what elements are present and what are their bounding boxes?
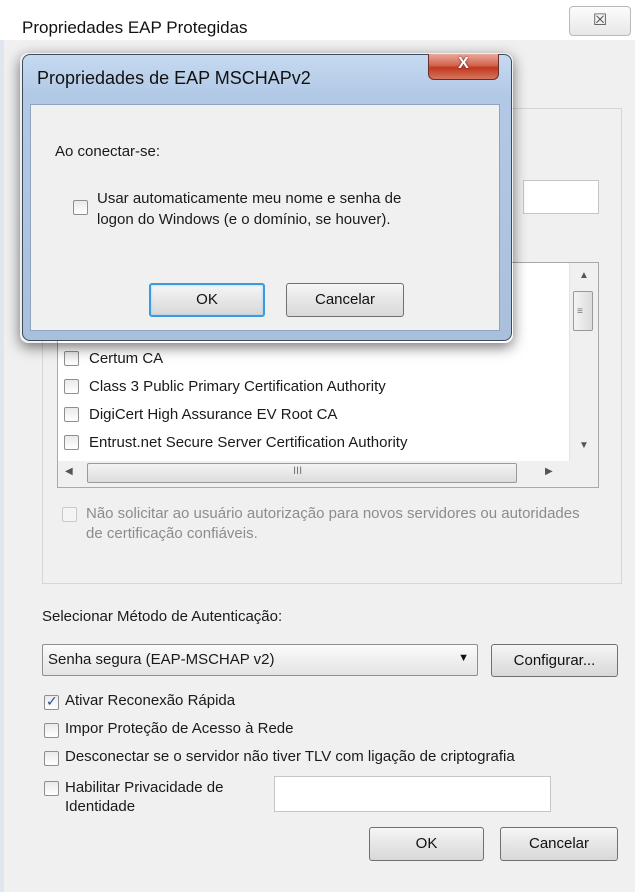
list-item[interactable]: Certum CA bbox=[64, 347, 163, 369]
no-prompt-checkbox bbox=[62, 507, 77, 522]
no-prompt-label: Não solicitar ao usuário autorização par… bbox=[86, 505, 580, 542]
auto-logon-label-line1: Usar automaticamente meu nome e senha de bbox=[97, 190, 402, 207]
inner-ok-button[interactable]: OK bbox=[149, 283, 265, 317]
scroll-right-icon[interactable]: ▶ bbox=[545, 466, 553, 477]
server-name-field[interactable] bbox=[523, 180, 599, 214]
nap-checkbox[interactable] bbox=[44, 723, 59, 738]
fast-reconnect-option[interactable]: Ativar Reconexão Rápida bbox=[44, 692, 235, 710]
window-left-edge bbox=[0, 40, 4, 892]
fast-reconnect-label: Ativar Reconexão Rápida bbox=[65, 692, 236, 709]
identity-privacy-label: Habilitar Privacidade de Identidade bbox=[65, 778, 223, 816]
inner-dialog-title: Propriedades de EAP MSCHAPv2 bbox=[37, 68, 311, 88]
outer-close-button[interactable]: ☒ bbox=[569, 6, 631, 36]
cert-label: Certum CA bbox=[89, 349, 164, 367]
list-item[interactable]: Entrust.net Secure Server Certification … bbox=[64, 431, 407, 453]
identity-privacy-label-line2: Identidade bbox=[65, 798, 136, 815]
inner-cancel-button[interactable]: Cancelar bbox=[286, 283, 404, 317]
grip-icon: ≡ bbox=[577, 306, 583, 317]
cert-checkbox[interactable] bbox=[64, 406, 79, 422]
cert-label: Entrust.net Secure Server Certification … bbox=[89, 433, 408, 451]
cert-label: DigiCert High Assurance EV Root CA bbox=[89, 405, 338, 423]
auth-method-select[interactable]: Senha segura (EAP-MSCHAP v2) ▼ bbox=[42, 644, 478, 676]
auth-method-label: Selecionar Método de Autenticação: bbox=[42, 608, 283, 625]
cancel-button[interactable]: Cancelar bbox=[500, 827, 618, 861]
scroll-down-icon[interactable]: ▼ bbox=[579, 440, 589, 451]
ok-button[interactable]: OK bbox=[369, 827, 484, 861]
identity-privacy-label-line1: Habilitar Privacidade de bbox=[65, 779, 224, 796]
close-icon: X bbox=[458, 55, 469, 72]
nap-option[interactable]: Impor Proteção de Acesso à Rede bbox=[44, 720, 293, 738]
identity-privacy-checkbox[interactable] bbox=[44, 781, 59, 796]
cert-checkbox[interactable] bbox=[64, 350, 79, 366]
configure-button[interactable]: Configurar... bbox=[491, 644, 618, 677]
disconnect-tlv-label: Desconectar se o servidor não tiver TLV … bbox=[65, 748, 515, 765]
cert-checkbox[interactable] bbox=[64, 378, 79, 394]
horizontal-scroll-thumb[interactable]: III bbox=[87, 463, 517, 483]
inner-close-button[interactable]: X bbox=[428, 54, 499, 80]
scroll-left-icon[interactable]: ◀ bbox=[65, 466, 73, 477]
auto-logon-label-line2: logon do Windows (e o domínio, se houver… bbox=[97, 211, 391, 228]
disconnect-tlv-checkbox[interactable] bbox=[44, 751, 59, 766]
dropdown-arrow-icon: ▼ bbox=[458, 652, 469, 664]
nap-label: Impor Proteção de Acesso à Rede bbox=[65, 720, 294, 737]
close-icon: ☒ bbox=[592, 12, 608, 29]
vertical-scroll-thumb[interactable]: ≡ bbox=[573, 291, 593, 331]
identity-input[interactable] bbox=[274, 776, 551, 812]
disconnect-tlv-option[interactable]: Desconectar se o servidor não tiver TLV … bbox=[44, 748, 515, 766]
auth-method-value: Senha segura (EAP-MSCHAP v2) bbox=[48, 651, 275, 668]
list-item[interactable]: DigiCert High Assurance EV Root CA bbox=[64, 403, 337, 425]
outer-dialog-title: Propriedades EAP Protegidas bbox=[22, 18, 248, 37]
auto-logon-label: Usar automaticamente meu nome e senha de… bbox=[97, 188, 477, 230]
grip-icon: III bbox=[293, 465, 303, 477]
scroll-up-icon[interactable]: ▲ bbox=[579, 270, 589, 281]
list-item[interactable]: Class 3 Public Primary Certification Aut… bbox=[64, 375, 386, 397]
connect-label: Ao conectar-se: bbox=[55, 143, 161, 160]
cert-label: Class 3 Public Primary Certification Aut… bbox=[89, 377, 386, 395]
fast-reconnect-checkbox[interactable] bbox=[44, 693, 59, 710]
identity-privacy-option[interactable]: Habilitar Privacidade de Identidade bbox=[44, 778, 223, 816]
auto-logon-checkbox[interactable] bbox=[73, 200, 88, 215]
cert-checkbox[interactable] bbox=[64, 434, 79, 450]
